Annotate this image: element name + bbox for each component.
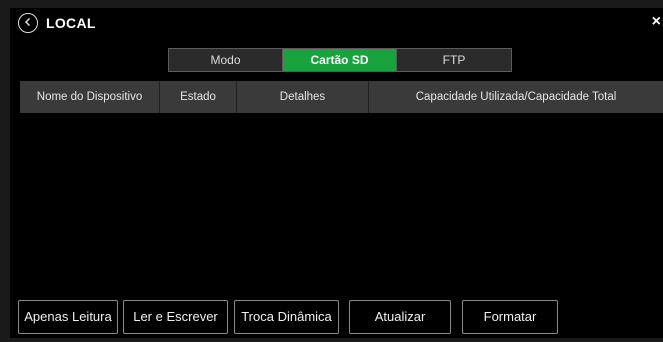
chevron-left-icon <box>23 14 33 32</box>
format-button[interactable]: Formatar <box>462 300 558 334</box>
dialog-title: LOCAL <box>46 15 96 31</box>
storage-tabs: Modo Cartão SD FTP <box>168 48 512 72</box>
column-header-status: Estado <box>160 81 237 113</box>
title-bar: LOCAL × <box>10 8 663 42</box>
read-write-button[interactable]: Ler e Escrever <box>123 300 228 334</box>
device-table-body <box>20 113 663 293</box>
column-header-details: Detalhes <box>237 81 369 113</box>
column-header-capacity: Capacidade Utilizada/Capacidade Total <box>415 91 617 103</box>
tab-cartao-sd[interactable]: Cartão SD <box>283 49 397 71</box>
local-storage-dialog: LOCAL × Modo Cartão SD FTP Nome do Dispo… <box>10 8 663 338</box>
hot-swap-button[interactable]: Troca Dinâmica <box>234 300 339 334</box>
back-button[interactable] <box>18 13 38 33</box>
device-table-header: Nome do Dispositivo Estado Detalhes Capa… <box>20 81 663 113</box>
column-header-device-name: Nome do Dispositivo <box>20 81 160 113</box>
tab-modo[interactable]: Modo <box>169 49 283 71</box>
read-only-button[interactable]: Apenas Leitura <box>18 300 118 334</box>
refresh-button[interactable]: Atualizar <box>349 300 451 334</box>
close-icon[interactable]: × <box>652 14 661 30</box>
tab-ftp[interactable]: FTP <box>397 49 511 71</box>
